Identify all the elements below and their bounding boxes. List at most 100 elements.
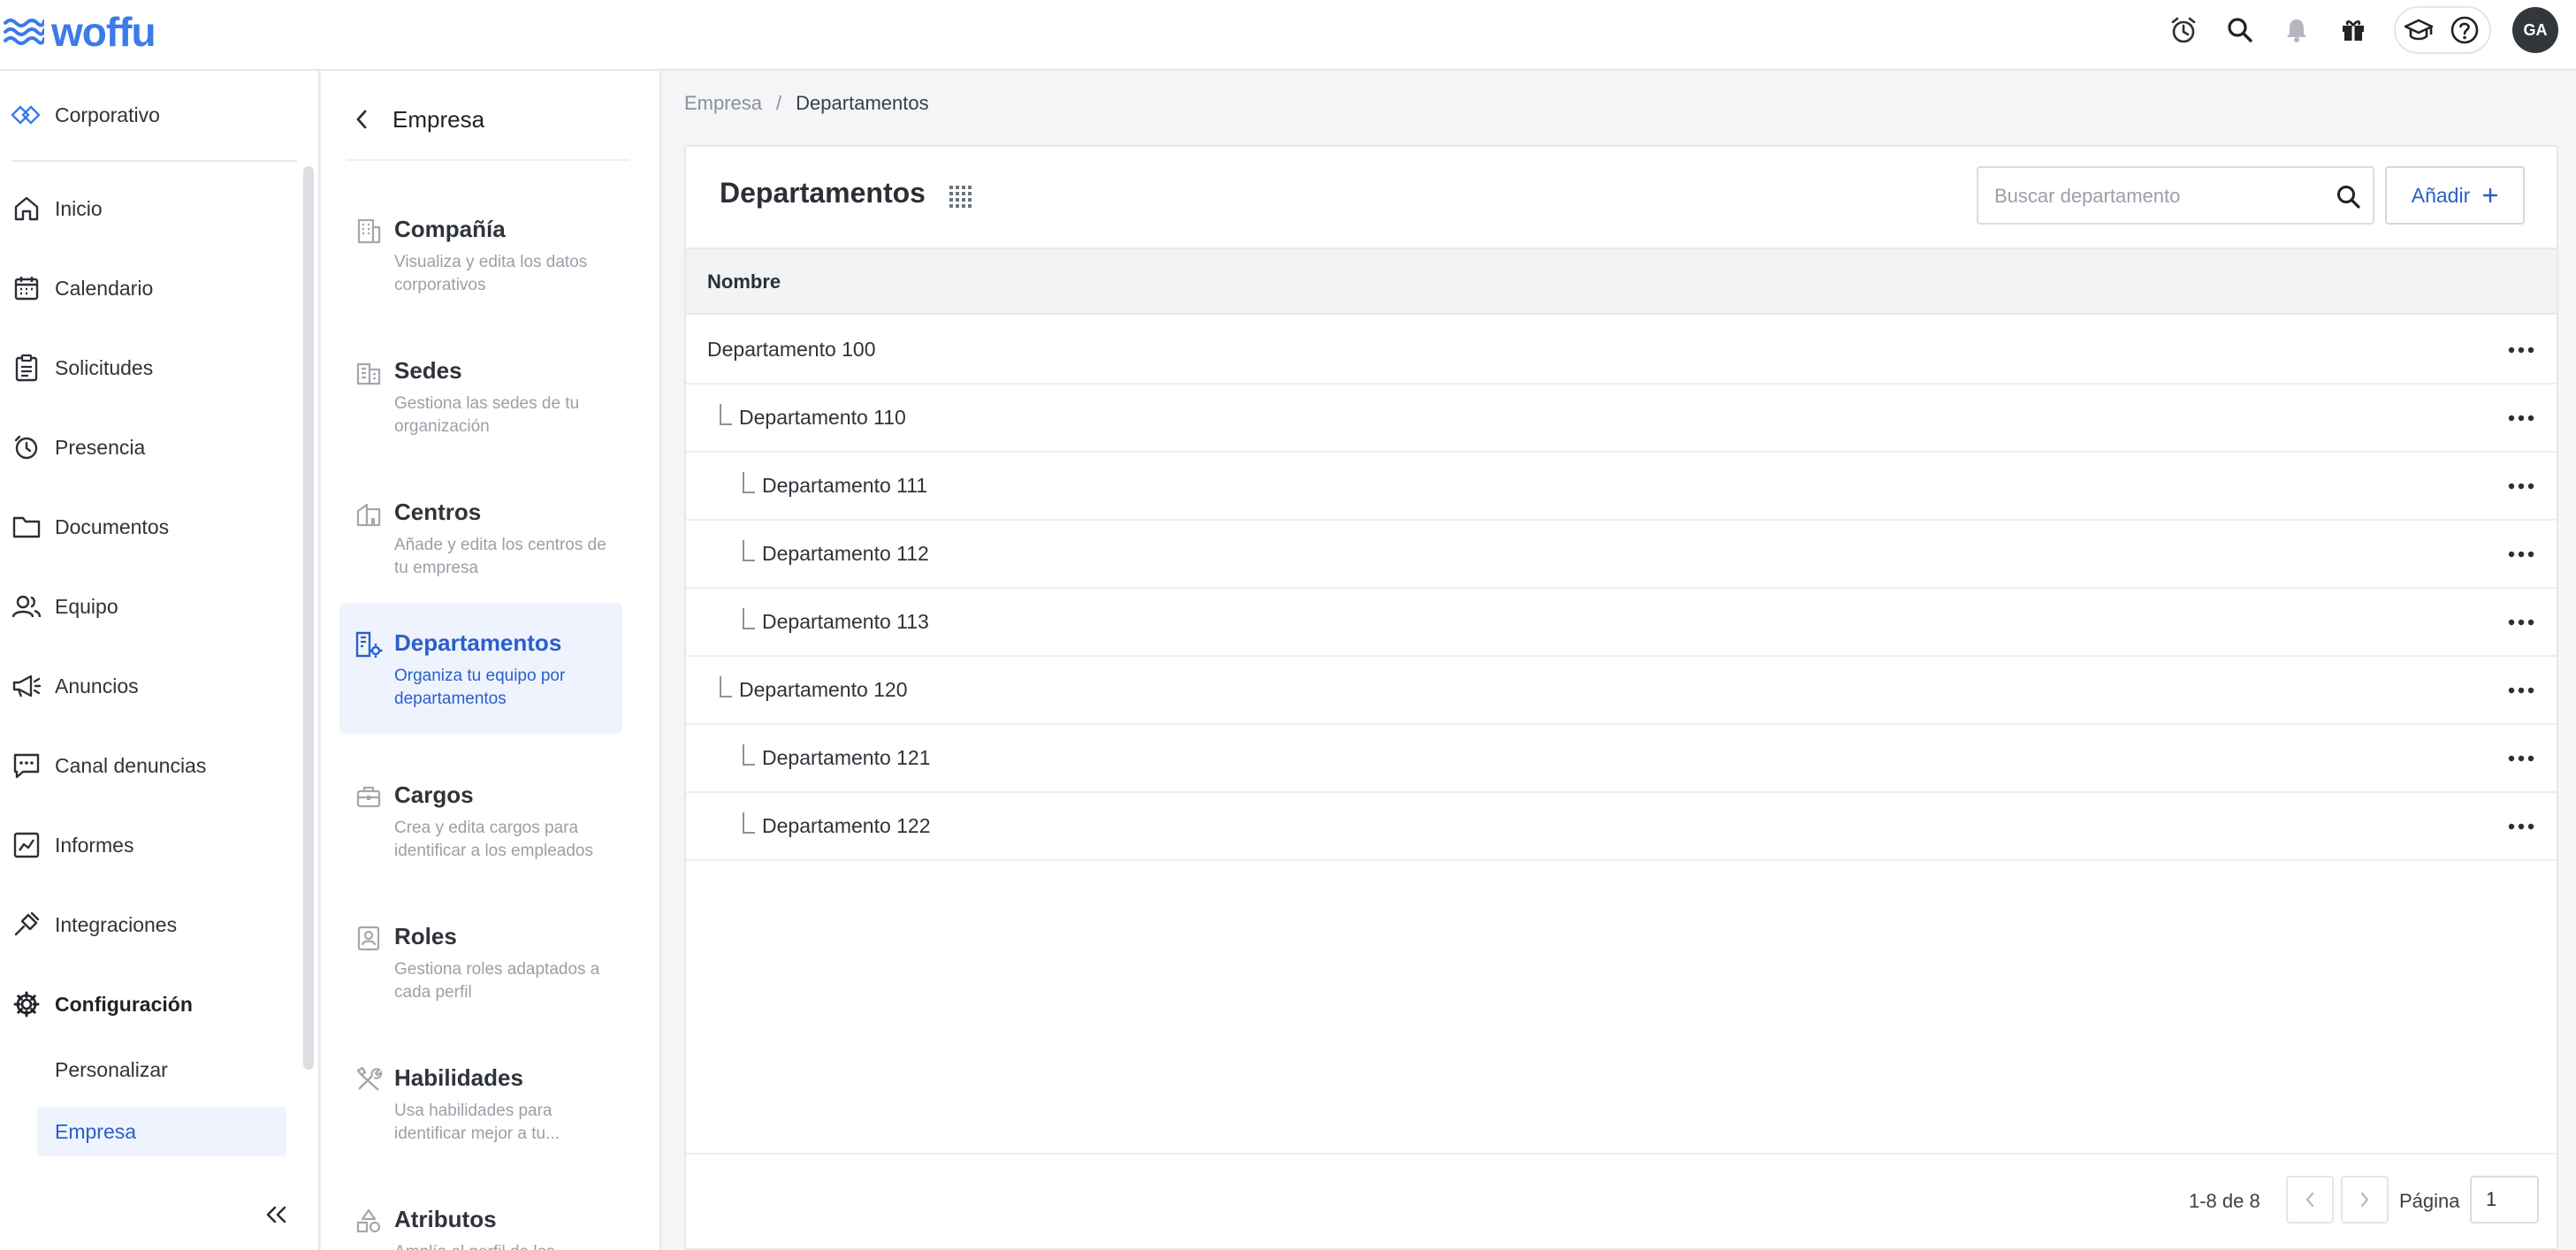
card-cargos[interactable]: Cargos Crea y edita cargos para identifi… [339,755,622,886]
double-chevron-left-icon [266,1206,286,1223]
add-button-label: Añadir [2411,183,2471,207]
center-icon [354,499,384,529]
tools-icon [354,1064,384,1094]
department-name: Departamento 122 [762,814,931,837]
plug-icon [11,909,42,941]
org-name: Corporativo [55,103,160,126]
offices-icon [354,357,384,387]
card-habilidades[interactable]: Habilidades Usa habilidades para identif… [339,1038,622,1169]
chart-icon [11,829,42,861]
collapse-sidebar-button[interactable] [260,1199,292,1231]
woffu-logo[interactable]: woffu [4,7,156,57]
nav-label: Canal denuncias [55,753,207,777]
card-atributos[interactable]: Atributos Amplía el perfil de los [339,1179,622,1250]
table-row[interactable]: Departamento 113 [686,589,2557,657]
tree-connector [743,812,755,834]
department-name: Departamento 113 [762,610,929,633]
user-avatar[interactable]: GA [2512,7,2558,53]
pagination-range: 1-8 de 8 [2189,1190,2260,1212]
table-row[interactable]: Departamento 110 [686,385,2557,453]
more-options-icon[interactable] [2504,540,2539,568]
nav-item-configuracion[interactable]: Configuración [0,978,301,1031]
table-row[interactable]: Departamento 111 [686,453,2557,521]
nav-item-integraciones[interactable]: Integraciones [0,898,301,951]
building-icon [354,216,384,246]
more-options-icon[interactable] [2504,336,2539,364]
org-chart-view-icon[interactable] [948,184,972,209]
settings-subnav: Empresa Compañía Visualiza y edita los d… [322,71,974,1250]
page-number-input[interactable] [2470,1176,2539,1223]
clipboard-icon [11,352,42,384]
table-row[interactable]: Departamento 121 [686,725,2557,793]
more-options-icon[interactable] [2504,744,2539,773]
sub-item-empresa[interactable]: Empresa [37,1107,286,1156]
search-icon[interactable] [2336,184,2362,210]
back-to-empresa[interactable]: Empresa [348,97,484,141]
card-title: Cargos [394,781,474,808]
more-options-icon[interactable] [2504,404,2539,432]
nav-label: Anuncios [55,674,139,697]
tree-connector [720,676,732,697]
search-department-input[interactable] [1994,179,2313,214]
card-roles[interactable]: Roles Gestiona roles adaptados a cada pe… [339,896,622,1027]
card-compania[interactable]: Compañía Visualiza y edita los datos cor… [339,189,622,320]
top-bar: woffu GA [0,0,2576,71]
sub-item-personalizar[interactable]: Personalizar [37,1045,286,1094]
bell-icon[interactable] [2279,12,2314,48]
nav-item-documentos[interactable]: Documentos [0,500,301,553]
table-row[interactable]: Departamento 100 [686,316,2557,385]
search-icon[interactable] [2222,12,2258,48]
column-header-nombre[interactable]: Nombre [707,271,781,293]
next-page-button[interactable] [2341,1176,2389,1223]
sidebar-scrollbar[interactable] [303,166,314,1070]
previous-page-button[interactable] [2286,1176,2334,1223]
search-department-box [1977,166,2374,225]
more-options-icon[interactable] [2504,676,2539,705]
nav-item-anuncios[interactable]: Anuncios [0,659,301,713]
breadcrumb: Empresa / Departamentos [684,92,929,115]
more-options-icon[interactable] [2504,608,2539,636]
brand-name: woffu [51,9,156,55]
nav-item-inicio[interactable]: Inicio [0,182,301,235]
card-desc: Usa habilidades para identificar mejor a… [394,1101,560,1143]
add-department-button[interactable]: Añadir [2385,166,2525,225]
folder-icon [11,511,42,543]
card-departamentos[interactable]: Departamentos Organiza tu equipo por dep… [339,603,622,734]
graduation-cap-icon[interactable] [2401,12,2436,48]
nav-item-solicitudes[interactable]: Solicitudes [0,341,301,394]
nav-item-calendario[interactable]: Calendario [0,262,301,315]
more-options-icon[interactable] [2504,472,2539,500]
card-sedes[interactable]: Sedes Gestiona las sedes de tu organizac… [339,331,622,461]
nav-label: Integraciones [55,912,178,936]
card-desc: Añade y edita los centros de tu empresa [394,536,606,577]
table-footer-divider [686,1153,2557,1155]
department-name: Departamento 112 [762,542,929,565]
tree-connector [743,608,755,629]
alarm-clock-icon[interactable] [2166,12,2201,48]
department-name: Departamento 110 [739,406,906,429]
gift-icon[interactable] [2336,12,2371,48]
help-icon[interactable] [2447,12,2482,48]
card-centros[interactable]: Centros Añade y edita los centros de tu … [339,472,622,603]
nav-item-canal-denuncias[interactable]: Canal denuncias [0,739,301,792]
home-icon [11,193,42,225]
page-label: Página [2399,1190,2460,1212]
chevron-left-icon [348,106,375,133]
table-row[interactable]: Departamento 112 [686,521,2557,589]
diamond-icon [11,99,42,131]
more-options-icon[interactable] [2504,812,2539,841]
table-row[interactable]: Departamento 120 [686,657,2557,725]
nav-item-informes[interactable]: Informes [0,819,301,872]
department-name: Departamento 121 [762,746,931,769]
org-selector[interactable]: Corporativo [0,88,301,141]
nav-item-equipo[interactable]: Equipo [0,580,301,633]
breadcrumb-empresa[interactable]: Empresa [684,92,762,115]
nav-label: Calendario [55,276,154,300]
department-name: Departamento 100 [707,338,876,361]
table-row[interactable]: Departamento 122 [686,793,2557,861]
nav-item-presencia[interactable]: Presencia [0,421,301,474]
card-title: Compañía [394,216,506,242]
card-desc: Gestiona roles adaptados a cada perfil [394,960,600,1002]
card-title: Atributos [394,1206,497,1232]
card-title: Roles [394,923,457,949]
